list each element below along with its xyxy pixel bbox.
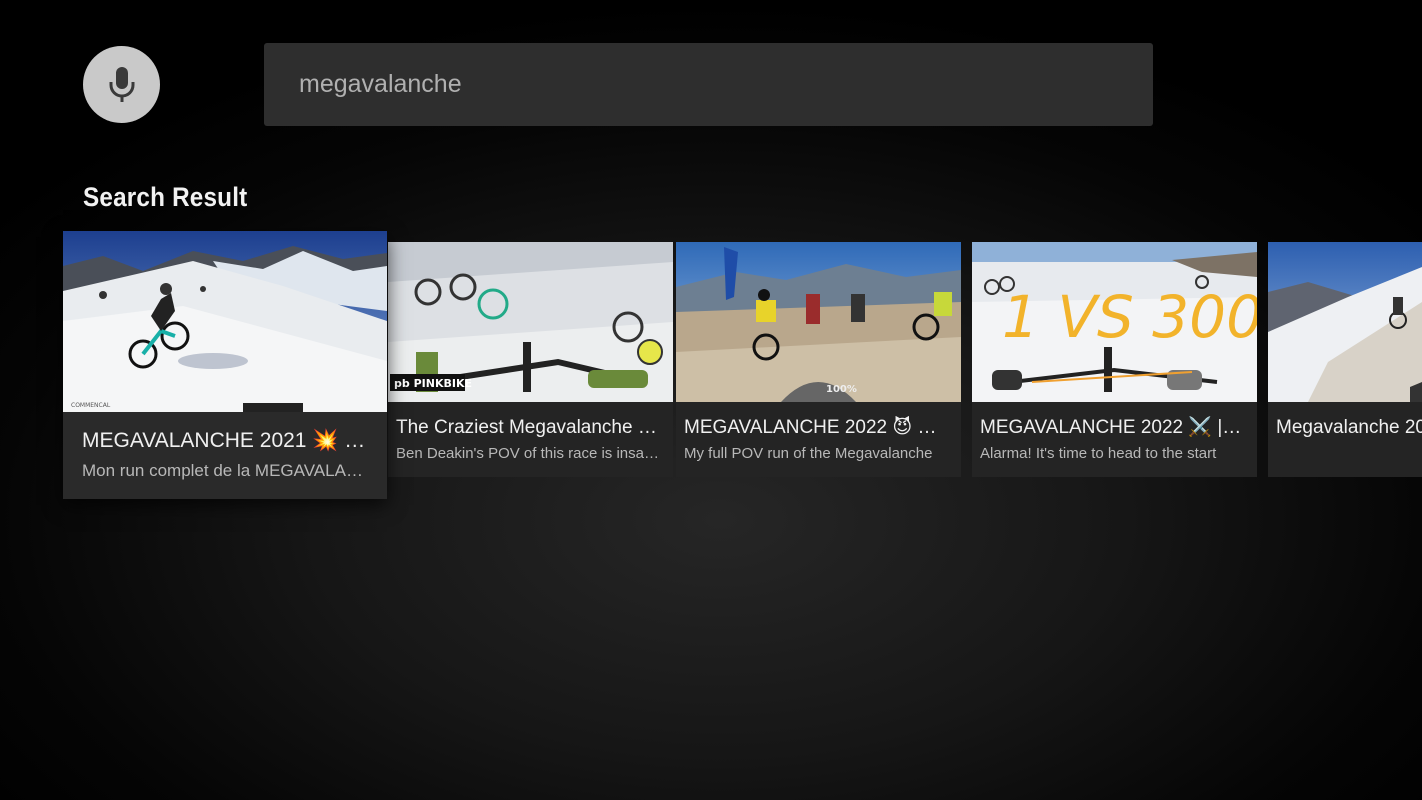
- result-title-1: MEGAVALANCHE 2021 💥 Start to finish: [82, 429, 373, 452]
- result-title-5: Megavalanche 2022: [1276, 417, 1422, 438]
- search-result-heading: Search Result: [83, 182, 248, 212]
- result-thumbnail-4: 1 VS 300: [972, 242, 1257, 402]
- result-thumbnail-3: 100%: [676, 242, 961, 402]
- search-input[interactable]: megavalanche: [264, 43, 1153, 126]
- result-card-1[interactable]: COMMENCAL MEGAVALANCHE 2021 💥 Start to f…: [63, 231, 387, 499]
- result-title-3: MEGAVALANCHE 2022 😈 Deep run: [684, 417, 947, 438]
- result-card-3[interactable]: 100% MEGAVALANCHE 2022 😈 Deep run My ful…: [676, 242, 961, 477]
- voice-search-button[interactable]: [83, 46, 160, 123]
- result-title-2: The Craziest Megavalanche Ever: [396, 417, 659, 438]
- result-card-5[interactable]: Megavalanche 2022: [1268, 242, 1422, 477]
- search-query-text: megavalanche: [299, 70, 462, 98]
- result-info-2: The Craziest Megavalanche Ever Ben Deaki…: [388, 402, 673, 477]
- result-title-4: MEGAVALANCHE 2022 ⚔️ | 1 VS 300: [980, 417, 1243, 438]
- result-thumbnail-2: pb PINKBIKE: [388, 242, 673, 402]
- thumbnail-overlay-text: 1 VS 300: [1002, 283, 1257, 351]
- result-info-4: MEGAVALANCHE 2022 ⚔️ | 1 VS 300 Alarma! …: [972, 402, 1257, 477]
- result-thumbnail-1: COMMENCAL: [63, 231, 387, 412]
- result-info-1: MEGAVALANCHE 2021 💥 Start to finish Mon …: [63, 412, 387, 499]
- search-screen: megavalanche Search Result COMMENCAL MEG…: [0, 0, 1422, 800]
- thumbnail-logo: pb PINKBIKE: [394, 377, 472, 390]
- result-info-5: Megavalanche 2022: [1268, 402, 1422, 477]
- thumbnail-logo: 100%: [826, 384, 857, 395]
- result-card-2[interactable]: pb PINKBIKE The Craziest Megavalanche Ev…: [388, 242, 673, 477]
- result-description-2: Ben Deakin's POV of this race is insane: [396, 445, 659, 462]
- result-thumbnail-5: [1268, 242, 1422, 402]
- microphone-icon: [109, 66, 134, 102]
- result-description-3: My full POV run of the Megavalanche: [684, 445, 933, 462]
- result-card-4[interactable]: 1 VS 300 MEGAVALANCHE 2022 ⚔️ | 1 VS 300…: [972, 242, 1257, 477]
- result-info-3: MEGAVALANCHE 2022 😈 Deep run My full POV…: [676, 402, 961, 477]
- thumbnail-watermark: COMMENCAL: [71, 402, 111, 409]
- result-description-4: Alarma! It's time to head to the start: [980, 445, 1217, 462]
- result-description-1: Mon run complet de la MEGAVALANCHE: [82, 461, 373, 480]
